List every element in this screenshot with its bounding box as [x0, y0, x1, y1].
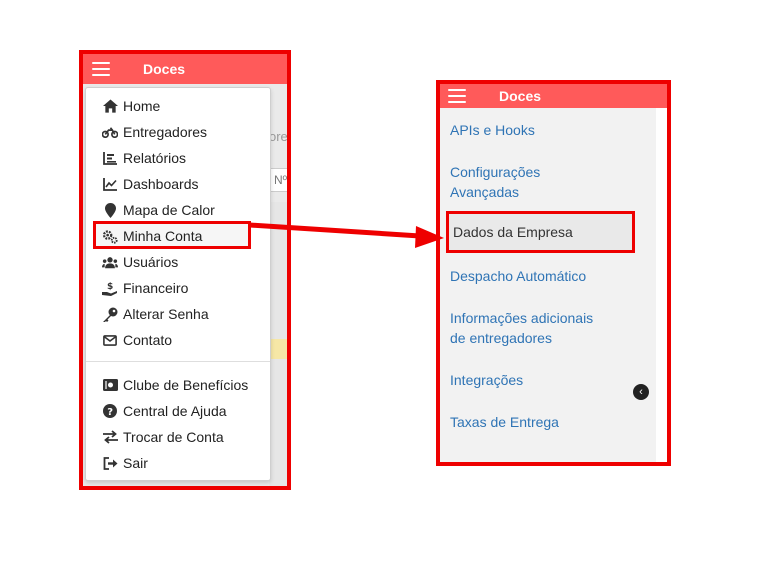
annotation-arrow [249, 222, 444, 248]
